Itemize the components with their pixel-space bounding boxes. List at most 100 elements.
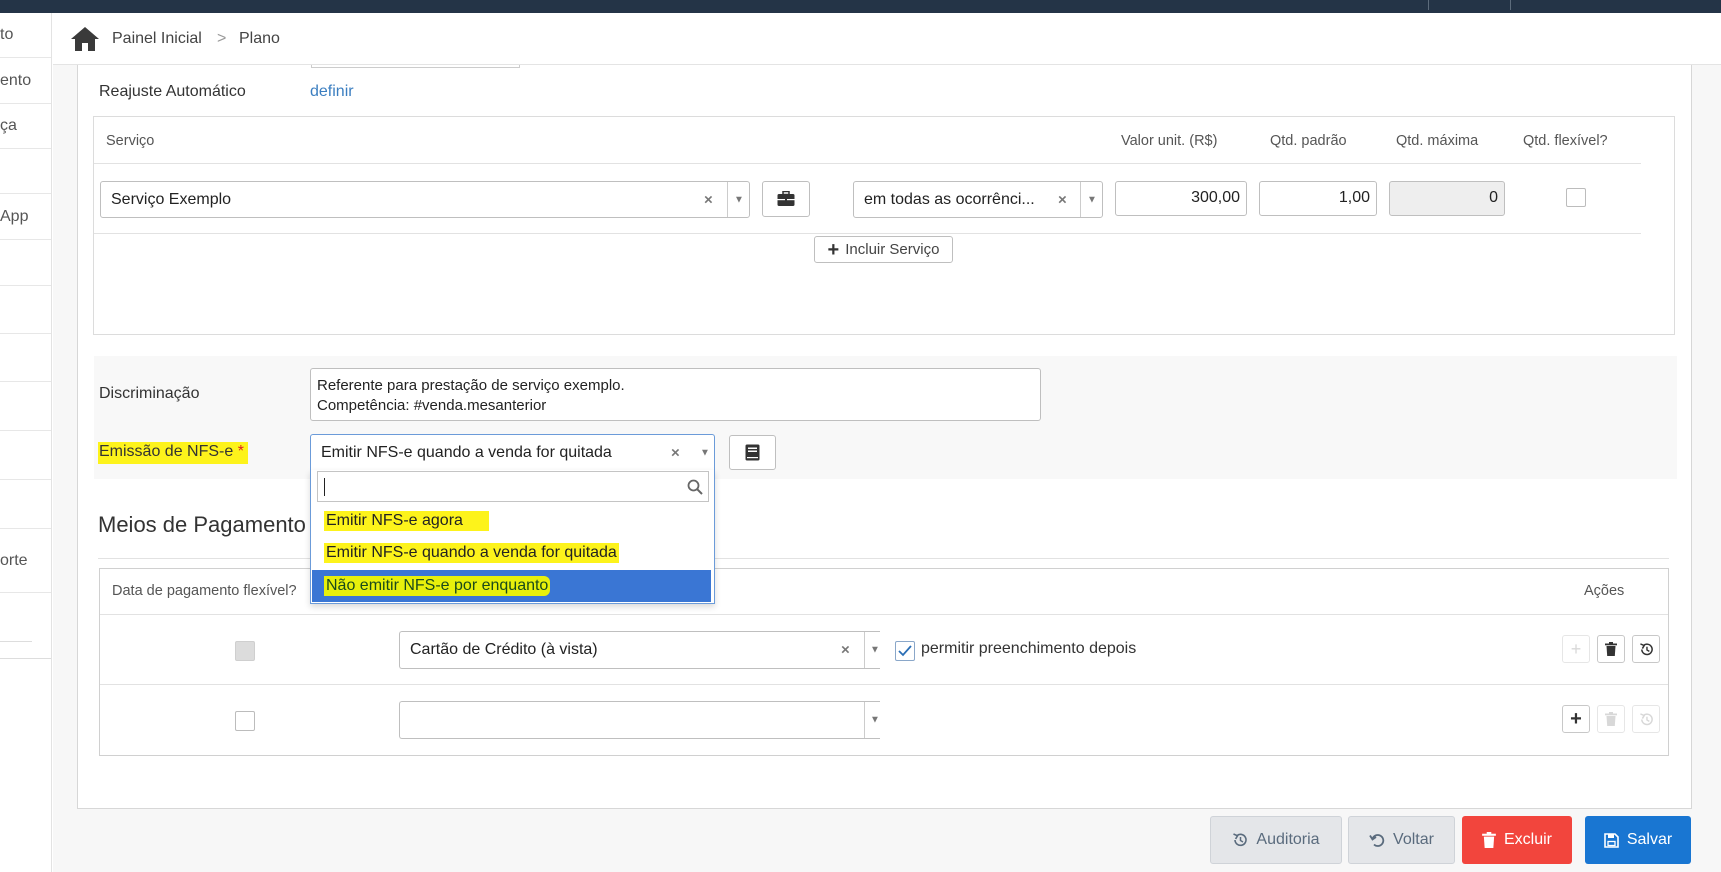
chevron-down-icon[interactable]: ▼ [734, 194, 744, 205]
select-divider [727, 182, 728, 217]
divider [94, 163, 1641, 164]
emissao-select[interactable]: Emitir NFS-e quando a venda for quitada … [310, 434, 715, 471]
clear-icon[interactable]: × [704, 191, 713, 208]
trash-icon [1482, 832, 1496, 848]
discriminacao-label: Discriminação [99, 385, 200, 402]
select-divider [864, 632, 865, 668]
sidebar-item[interactable]: ça [0, 104, 51, 149]
sidebar: to ento ça App orte [0, 13, 52, 872]
discriminacao-line: Referente para prestação de serviço exem… [317, 377, 625, 394]
chevron-down-icon[interactable]: ▼ [700, 448, 710, 459]
col-qtd-maxima: Qtd. máxima [1396, 133, 1479, 149]
back-button[interactable]: Voltar [1348, 816, 1455, 864]
add-service-button[interactable]: + Incluir Serviço [814, 236, 953, 263]
unit-value-input[interactable]: 300,00 [1115, 181, 1247, 216]
chevron-down-icon[interactable]: ▼ [1087, 194, 1097, 205]
sidebar-item[interactable] [0, 431, 51, 480]
pagamento-title: Meios de Pagamento [98, 512, 306, 537]
save-label: Salvar [1626, 831, 1673, 848]
sidebar-item[interactable]: to [0, 13, 51, 58]
add-row-button[interactable]: + [1562, 705, 1590, 733]
occurrence-select-value: em todas as ocorrênci... [864, 190, 1035, 208]
occurrence-select[interactable]: em todas as ocorrênci... × ▼ [853, 181, 1103, 218]
allow-later-checkbox[interactable] [895, 641, 915, 661]
home-icon[interactable] [70, 26, 100, 52]
payment-method-select[interactable]: Cartão de Crédito (à vista) × ▼ [399, 631, 880, 669]
dropdown-option[interactable]: Emitir NFS-e agora [312, 505, 711, 537]
audit-label: Auditoria [1256, 831, 1320, 848]
chevron-down-icon[interactable]: ▼ [870, 645, 880, 656]
add-service-label: Incluir Serviço [845, 241, 940, 258]
emissao-label: Emissão de NFS-e * [98, 442, 248, 464]
col-servico: Serviço [106, 133, 155, 149]
clear-icon[interactable]: × [671, 445, 680, 462]
flexible-date-checkbox[interactable] [235, 641, 255, 661]
plus-icon: + [827, 238, 840, 261]
default-qty-input[interactable]: 1,00 [1259, 181, 1377, 216]
save-icon [1604, 832, 1619, 848]
search-icon [687, 479, 703, 495]
dropdown-option[interactable]: Emitir NFS-e quando a venda for quitada [312, 537, 711, 569]
sidebar-item[interactable] [0, 240, 51, 286]
top-bar [0, 0, 1721, 13]
briefcase-icon [777, 191, 795, 206]
service-select[interactable]: Serviço Exemplo × ▼ [100, 181, 750, 218]
sidebar-item[interactable]: ento [0, 58, 51, 104]
allow-later-label: permitir preenchimento depois [921, 640, 1137, 657]
back-label: Voltar [1393, 831, 1434, 848]
plus-icon: + [1570, 638, 1582, 659]
sidebar-item[interactable]: orte [0, 529, 51, 593]
dropdown-option-active[interactable]: Não emitir NFS-e por enquanto [312, 570, 711, 602]
service-catalog-button[interactable] [762, 181, 810, 217]
delete-row-button[interactable] [1597, 705, 1625, 733]
payment-method-select[interactable]: ▼ [399, 701, 880, 739]
delete-label: Excluir [1503, 831, 1552, 848]
sidebar-item[interactable] [0, 286, 51, 334]
reajuste-label: Reajuste Automático [99, 83, 246, 100]
reajuste-define-link[interactable]: definir [310, 83, 354, 101]
breadcrumb-current: Plano [239, 30, 280, 47]
sidebar-item[interactable] [0, 149, 51, 194]
clear-icon[interactable]: × [841, 642, 850, 659]
col-qtd-padrao: Qtd. padrão [1270, 133, 1347, 149]
service-select-value: Serviço Exemplo [111, 190, 232, 208]
divider [94, 233, 1641, 234]
dropdown-search-input[interactable] [317, 471, 709, 502]
sidebar-item-label: ça [0, 117, 17, 134]
history-row-button[interactable] [1632, 635, 1660, 663]
history-icon [1639, 712, 1653, 725]
select-divider [1080, 182, 1081, 217]
chevron-down-icon[interactable]: ▼ [870, 715, 880, 726]
divider [100, 684, 1668, 685]
save-button[interactable]: Salvar [1585, 816, 1691, 864]
sidebar-item[interactable] [0, 334, 51, 382]
delete-button[interactable]: Excluir [1462, 816, 1572, 864]
sidebar-item[interactable] [0, 480, 51, 529]
add-row-button[interactable]: + [1562, 635, 1590, 663]
audit-button[interactable]: Auditoria [1210, 816, 1342, 864]
sidebar-item[interactable]: App [0, 194, 51, 240]
clear-icon[interactable]: × [1058, 191, 1067, 208]
breadcrumb: Painel Inicial > Plano [53, 13, 1721, 65]
col-data-flexivel: Data de pagamento flexível? [112, 583, 297, 599]
emissao-label-text: Emissão de NFS-e [99, 443, 234, 460]
discriminacao-textarea[interactable]: Referente para prestação de serviço exem… [310, 368, 1041, 421]
trash-icon [1605, 642, 1617, 656]
select-divider [864, 702, 865, 738]
dropdown-option-label: Não emitir NFS-e por enquanto [324, 576, 551, 596]
flexible-date-checkbox[interactable] [235, 711, 255, 731]
sidebar-item[interactable] [0, 382, 51, 431]
flexible-qty-checkbox[interactable] [1566, 188, 1586, 207]
services-table: Serviço Valor unit. (R$) Qtd. padrão Qtd… [93, 116, 1675, 335]
dropdown-option-label: Emitir NFS-e agora [324, 511, 489, 531]
sidebar-item-label: orte [0, 551, 28, 569]
topbar-divider [1510, 0, 1511, 10]
breadcrumb-home[interactable]: Painel Inicial [112, 30, 202, 48]
history-row-button[interactable] [1632, 705, 1660, 733]
col-valor: Valor unit. (R$) [1121, 133, 1218, 149]
sidebar-divider [0, 641, 32, 642]
sidebar-item-label: App [0, 207, 29, 225]
nfs-info-button[interactable] [729, 435, 776, 470]
history-icon [1639, 642, 1653, 655]
delete-row-button[interactable] [1597, 635, 1625, 663]
